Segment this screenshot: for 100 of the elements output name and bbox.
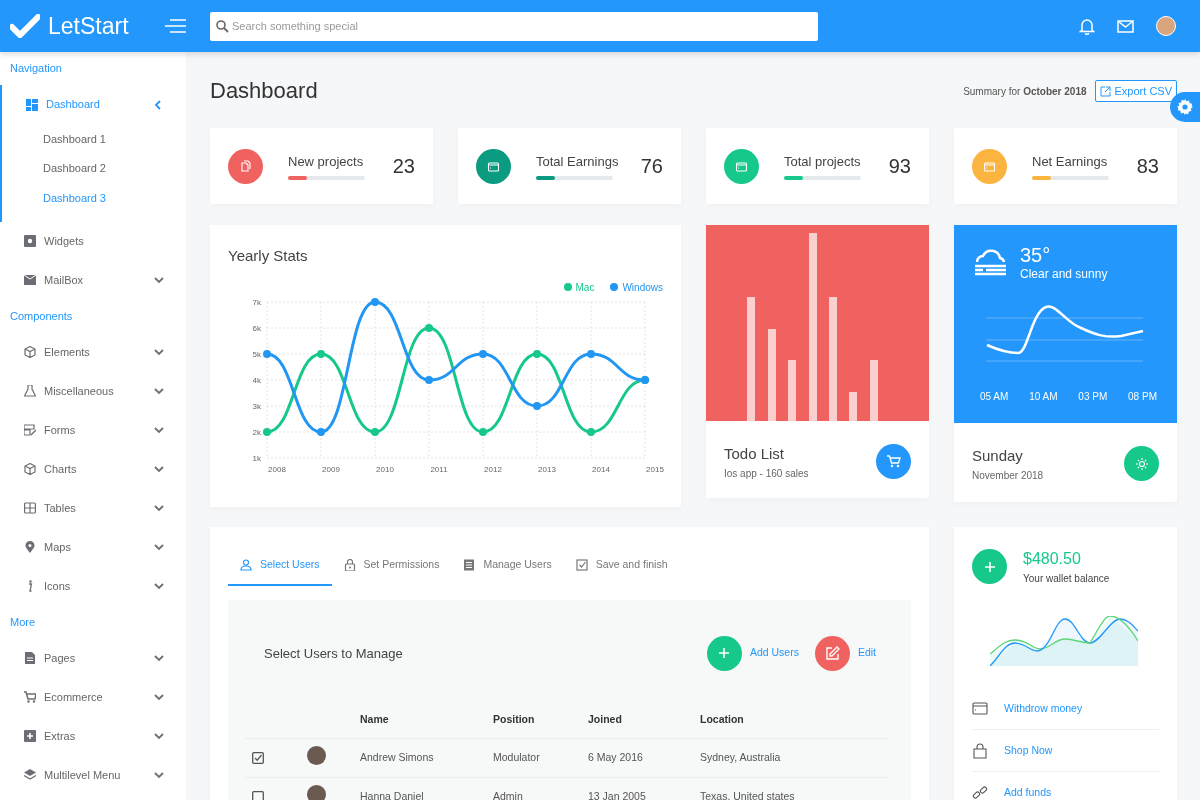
logo-text[interactable]: LetStart xyxy=(48,8,129,44)
form-edit-icon xyxy=(24,424,36,436)
cart-icon xyxy=(886,455,901,469)
stat-value: 23 xyxy=(392,154,415,179)
document-icon xyxy=(24,652,36,664)
wallet-action-link[interactable]: Shop Now xyxy=(1004,742,1053,759)
sidebar-item[interactable]: Pages xyxy=(0,638,186,678)
settings-icon xyxy=(1177,99,1193,115)
data-point xyxy=(317,427,325,436)
checkbox-icon xyxy=(575,558,588,571)
add-users-button[interactable] xyxy=(706,635,742,671)
notification-bell-icon[interactable] xyxy=(1079,17,1095,35)
search-field[interactable]: Search something special xyxy=(210,11,818,41)
wizard-tab[interactable]: Select Users xyxy=(228,557,332,586)
y-tick-label: 6k xyxy=(252,323,261,333)
column-header: Location xyxy=(700,712,745,728)
gear-icon xyxy=(24,235,36,247)
edit-button[interactable] xyxy=(814,635,850,671)
export-icon xyxy=(1099,85,1111,97)
table-cell-text: 6 May 2016 xyxy=(588,749,644,765)
sidebar-item[interactable]: Charts xyxy=(0,449,186,489)
user-avatar[interactable] xyxy=(1156,16,1176,36)
submenu-item[interactable]: Dashboard 2 xyxy=(2,153,186,183)
y-tick-label: 1k xyxy=(252,453,261,463)
sidebar-item[interactable]: Widgets xyxy=(0,221,186,261)
data-point xyxy=(533,401,541,410)
grid-icon xyxy=(26,98,38,111)
chevron-icon xyxy=(154,464,164,474)
section-heading: More xyxy=(9,614,37,630)
documents-icon xyxy=(239,159,252,173)
column-header: Position xyxy=(493,712,536,728)
sun-icon xyxy=(1135,457,1148,470)
sidebar-item[interactable]: MailBox xyxy=(0,260,186,300)
checkmark-logo-icon xyxy=(10,14,40,38)
sidebar-item[interactable]: Multilevel Menu xyxy=(0,755,186,795)
stat-value: 93 xyxy=(888,154,911,179)
cart-button[interactable] xyxy=(876,444,911,480)
time-label: 03 PM xyxy=(1078,390,1108,404)
chevron-icon xyxy=(154,503,164,513)
bar xyxy=(788,360,796,421)
sidebar-item[interactable]: Miscellaneous xyxy=(0,371,186,411)
section-title: Select Users to Manage xyxy=(263,644,403,663)
sidebar-item[interactable]: Maps xyxy=(0,527,186,567)
wallet-amount: $480.50 xyxy=(1023,549,1082,569)
mail-icon[interactable] xyxy=(1117,19,1134,33)
add-funds-button[interactable] xyxy=(972,549,1007,584)
chevron-icon xyxy=(154,386,164,396)
card-title: Todo List xyxy=(724,444,786,464)
lock-icon xyxy=(343,558,356,571)
submenu-item[interactable]: Dashboard 1 xyxy=(2,124,186,154)
sun-button[interactable] xyxy=(1124,446,1159,482)
stat-label: Total projects xyxy=(784,152,861,171)
row-checkbox[interactable] xyxy=(252,791,264,800)
sidebar-item[interactable]: Tables xyxy=(0,488,186,528)
sidebar-item[interactable]: Elements xyxy=(0,332,186,372)
y-tick-label: 7k xyxy=(252,297,261,307)
plus-icon xyxy=(984,561,995,572)
chevron-icon xyxy=(154,347,164,357)
plus-square-icon xyxy=(24,730,36,742)
date-text: November 2018 xyxy=(972,468,1044,483)
row-checkbox[interactable] xyxy=(252,752,264,765)
chevron-icon xyxy=(154,99,164,110)
menu-icon[interactable] xyxy=(164,19,186,33)
data-point xyxy=(533,349,541,358)
wizard-tab[interactable]: Manage Users xyxy=(451,557,564,586)
page-title: Dashboard xyxy=(210,77,318,105)
submenu-item[interactable]: Dashboard 3 xyxy=(2,183,186,213)
chevron-icon xyxy=(154,581,164,591)
sidebar-item[interactable]: Dashboard xyxy=(2,85,186,124)
x-tick-label: 2011 xyxy=(430,464,448,474)
sidebar-item[interactable]: Ecommerce xyxy=(0,677,186,717)
y-tick-label: 3k xyxy=(252,401,261,411)
settings-button[interactable] xyxy=(1170,92,1200,122)
wallet-caption: Your wallet balance xyxy=(1023,572,1110,586)
x-tick-label: 2009 xyxy=(322,464,340,474)
data-point xyxy=(425,375,433,384)
wallet-icon xyxy=(983,159,996,173)
chevron-icon xyxy=(154,275,164,285)
cart-icon xyxy=(24,691,36,703)
data-point xyxy=(263,349,271,358)
x-tick-label: 2015 xyxy=(646,464,664,474)
sidebar-item[interactable]: Forms xyxy=(0,410,186,450)
x-tick-label: 2013 xyxy=(538,464,556,474)
data-point xyxy=(371,427,379,436)
data-point xyxy=(479,349,487,358)
wallet-action-link[interactable]: Withdrow money xyxy=(1004,700,1083,717)
export-csv-button[interactable]: Export CSV xyxy=(1094,79,1177,103)
wizard-tab[interactable]: Set Permissions xyxy=(331,557,452,586)
wallet-action-link[interactable]: Add funds xyxy=(1004,785,1052,800)
weather-condition: Clear and sunny xyxy=(1020,266,1108,283)
wallet-icon xyxy=(972,700,988,717)
plus-icon xyxy=(719,648,730,659)
sidebar-item[interactable]: Extras xyxy=(0,716,186,756)
x-tick-label: 2010 xyxy=(376,464,394,474)
cube-icon xyxy=(24,346,36,358)
wizard-tab[interactable]: Save and finish xyxy=(563,557,680,586)
wallet-icon xyxy=(487,159,500,173)
sidebar-item[interactable]: Icons xyxy=(0,566,186,606)
table-cell-text: Andrew Simons xyxy=(360,749,435,765)
table-cell-text: Sydney, Australia xyxy=(700,749,782,765)
